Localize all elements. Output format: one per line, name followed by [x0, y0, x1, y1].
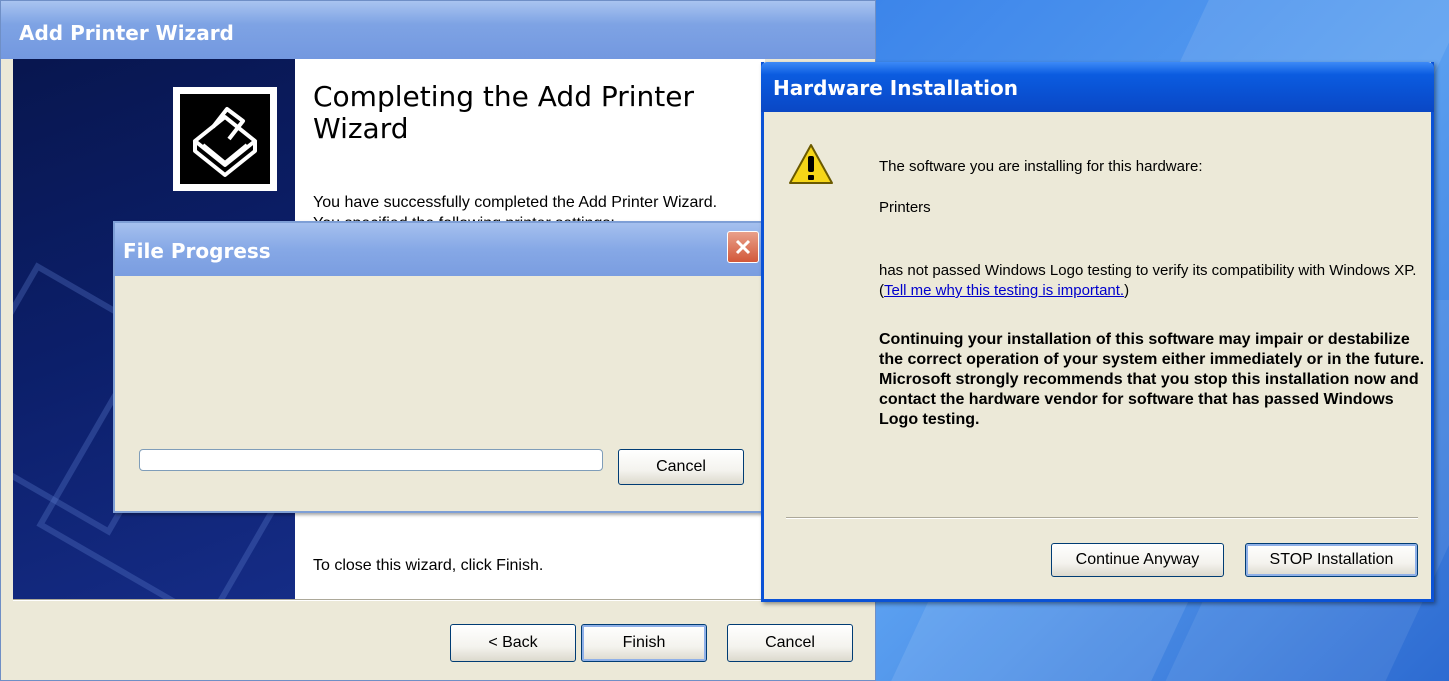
logo-testing-link[interactable]: Tell me why this testing is important. [884, 282, 1124, 299]
file-progress-cancel-button[interactable]: Cancel [618, 449, 744, 485]
hardware-intro-text: The software you are installing for this… [879, 158, 1203, 175]
file-progress-window: File Progress Cancel [113, 221, 765, 513]
back-button[interactable]: < Back [450, 624, 576, 662]
hardware-logo-test-text: has not passed Windows Logo testing to v… [879, 261, 1424, 301]
hardware-title: Hardware Installation [773, 76, 1019, 100]
finish-button[interactable]: Finish [581, 624, 707, 662]
continue-anyway-button[interactable]: Continue Anyway [1051, 543, 1224, 577]
wizard-success-text: You have successfully completed the Add … [313, 194, 718, 211]
wizard-heading: Completing the Add Printer Wizard [313, 80, 695, 145]
hardware-title-bar[interactable]: Hardware Installation [761, 62, 1434, 112]
file-progress-title-bar[interactable]: File Progress [115, 223, 763, 276]
hardware-installation-dialog: Hardware Installation The software you a… [761, 62, 1434, 602]
stop-installation-button[interactable]: STOP Installation [1245, 543, 1418, 577]
printer-icon [173, 87, 277, 191]
wizard-close-instruction: To close this wizard, click Finish. [313, 557, 544, 574]
wizard-separator [13, 599, 873, 601]
file-progress-bar [139, 449, 603, 471]
close-icon[interactable] [727, 231, 759, 263]
hardware-separator [786, 517, 1418, 519]
file-progress-title: File Progress [123, 239, 271, 263]
hardware-warning-text: Continuing your installation of this sof… [879, 331, 1425, 428]
warning-icon [788, 142, 834, 193]
wizard-title: Add Printer Wizard [19, 21, 234, 45]
hardware-device-name: Printers [879, 199, 931, 216]
wizard-cancel-button[interactable]: Cancel [727, 624, 853, 662]
wizard-title-bar[interactable]: Add Printer Wizard [1, 1, 875, 59]
hardware-logo-test-text-end: ) [1124, 282, 1130, 299]
